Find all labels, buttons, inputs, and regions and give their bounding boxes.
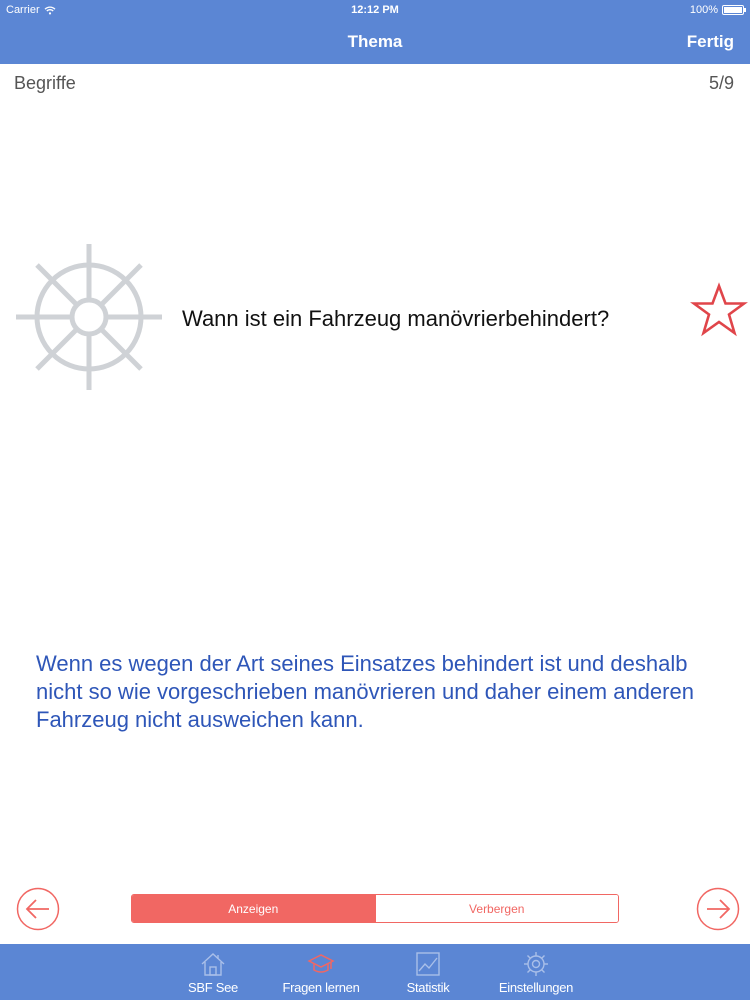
ships-wheel-icon bbox=[16, 244, 162, 390]
graduation-cap-icon bbox=[307, 954, 335, 973]
tab-statistik[interactable]: Statistik bbox=[378, 944, 478, 1000]
previous-question-button[interactable] bbox=[16, 887, 60, 931]
question-text: Wann ist ein Fahrzeug manövrierbehindert… bbox=[182, 306, 610, 331]
chart-icon bbox=[416, 952, 440, 976]
tab-label: Einstellungen bbox=[498, 980, 574, 995]
tab-einstellungen[interactable]: Einstellungen bbox=[486, 944, 586, 1000]
house-icon bbox=[201, 953, 225, 976]
answer-text: Wenn es wegen der Art seines Einsatzes b… bbox=[36, 651, 694, 732]
tab-label: SBF See bbox=[188, 980, 238, 995]
tab-sbf-see[interactable]: SBF See bbox=[163, 944, 263, 1000]
battery-label: 100% bbox=[689, 4, 718, 16]
battery-indicator: 100% bbox=[689, 4, 746, 16]
nav-title: Thema bbox=[347, 32, 403, 51]
favorite-star-icon[interactable] bbox=[690, 282, 748, 340]
hide-answer-segment[interactable]: Verbergen bbox=[374, 895, 618, 922]
tab-label: Fragen lernen bbox=[282, 980, 360, 995]
category-label: Begriffe bbox=[14, 73, 76, 93]
show-answer-segment[interactable]: Anzeigen bbox=[132, 895, 375, 922]
battery-icon bbox=[722, 5, 746, 15]
status-time: 12:12 PM bbox=[351, 4, 399, 16]
answer-visibility-toggle: Anzeigen Verbergen bbox=[131, 894, 619, 923]
status-bar: Carrier 12:12 PM 100% bbox=[0, 0, 750, 22]
tab-fragen-lernen[interactable]: Fragen lernen bbox=[271, 944, 371, 1000]
next-question-button[interactable] bbox=[696, 887, 740, 931]
tab-label: Statistik bbox=[406, 980, 450, 995]
question-counter: 5/9 bbox=[708, 73, 734, 93]
top-bar: Carrier 12:12 PM 100% Thema Fertig bbox=[0, 0, 750, 64]
done-button[interactable]: Fertig bbox=[687, 32, 734, 52]
tab-bar: SBF See Fragen lernen Statistik Einstell… bbox=[0, 944, 750, 1000]
gear-icon bbox=[524, 952, 548, 976]
